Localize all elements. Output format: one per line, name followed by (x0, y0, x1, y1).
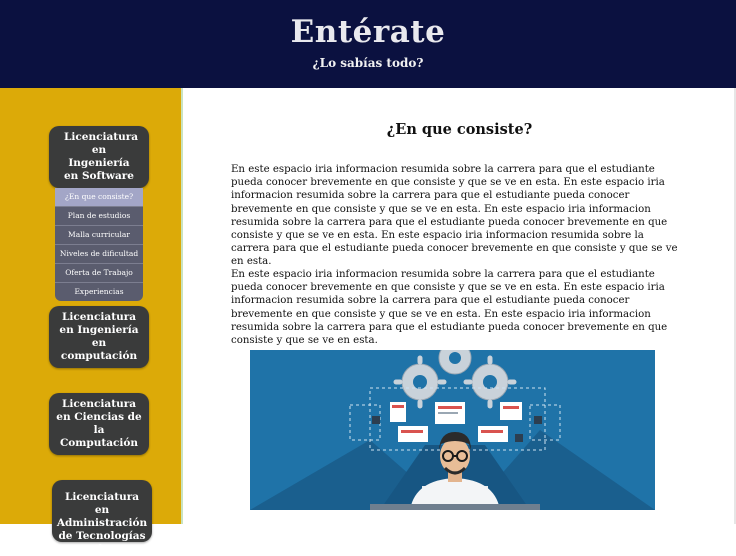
career-card-label: Licenciatura en Ingeniería en Software (64, 131, 139, 182)
submenu-item-plan-de-estudios[interactable]: Plan de estudios (55, 207, 143, 226)
site-header: Entérate ¿Lo sabías todo? (0, 0, 736, 88)
submenu-item-malla-curricular[interactable]: Malla curricular (55, 226, 143, 245)
main-content: ¿En que consiste? En este espacio iria i… (183, 88, 736, 524)
content-paragraph: En este espacio iria informacion resumid… (231, 269, 668, 347)
career-card-computacion[interactable]: Licenciatura en Ingeniería en computació… (49, 306, 149, 368)
content-paragraph: En este espacio iria informacion resumid… (231, 164, 678, 268)
developer-gears-illustration (250, 350, 655, 510)
site-subtitle: ¿Lo sabías todo? (312, 56, 424, 70)
career-card-label: Licenciatura en Ingeniería en computació… (59, 311, 139, 362)
site-title: Entérate (290, 14, 446, 50)
submenu-item-en-que-consiste[interactable]: ¿En que consiste? (55, 188, 143, 207)
career-card-software[interactable]: Licenciatura en Ingeniería en Software (49, 126, 149, 188)
career-card-label: Licenciatura en Ciencias de la Computaci… (56, 398, 142, 449)
career-card-administracion[interactable]: Licenciatura en Administración de Tecnol… (52, 480, 152, 555)
submenu-item-niveles-de-dificultad[interactable]: Niveles de dificultad (55, 245, 143, 264)
career-card-ciencias[interactable]: Licenciatura en Ciencias de la Computaci… (49, 393, 149, 455)
submenu-item-experiencias[interactable]: Experiencias (55, 283, 143, 301)
section-heading: ¿En que consiste? (386, 121, 533, 138)
submenu-item-oferta-de-trabajo[interactable]: Oferta de Trabajo (55, 264, 143, 283)
career-submenu: ¿En que consiste? Plan de estudios Malla… (55, 188, 143, 301)
